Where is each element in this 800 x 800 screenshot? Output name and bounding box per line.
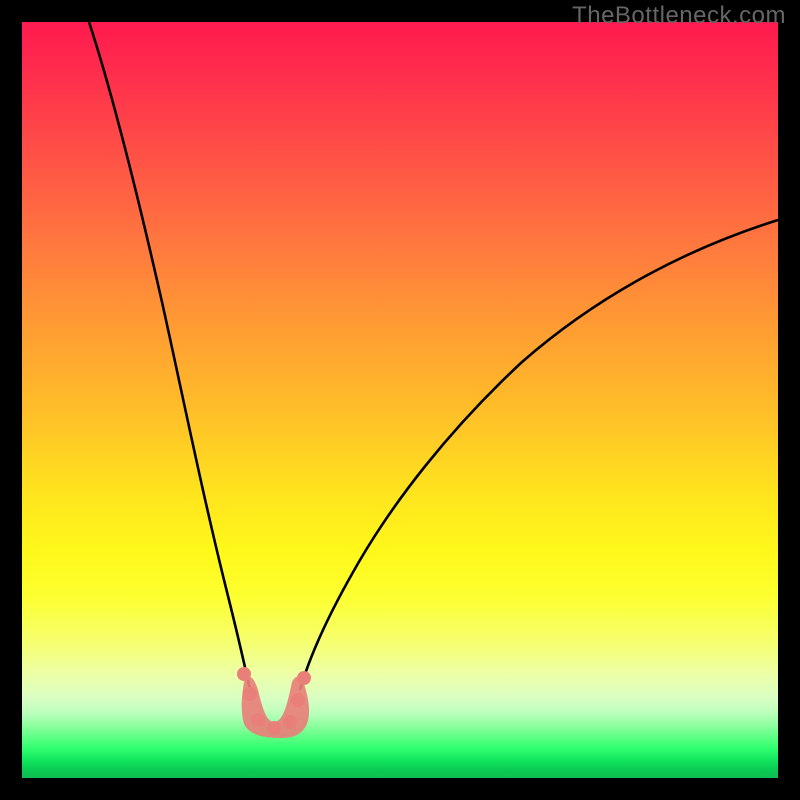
curve-plot bbox=[22, 22, 778, 778]
watermark-text: TheBottleneck.com bbox=[572, 2, 786, 30]
left-curve bbox=[89, 22, 250, 690]
right-curve bbox=[300, 220, 778, 690]
plot-area bbox=[22, 22, 778, 778]
chart-container: TheBottleneck.com bbox=[0, 0, 800, 800]
valley-band bbox=[237, 667, 311, 738]
